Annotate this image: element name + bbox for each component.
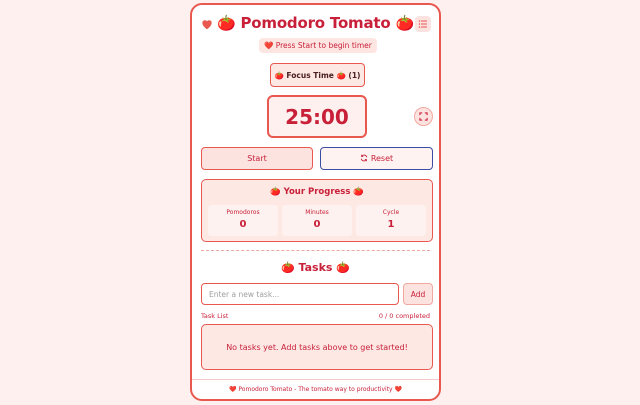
- mode-selector[interactable]: 🍅 Focus Time 🍅 (1): [270, 63, 365, 87]
- list-icon[interactable]: [415, 16, 431, 32]
- task-input[interactable]: [201, 283, 399, 305]
- stat-label: Minutes: [305, 209, 329, 216]
- stat-value: 0: [239, 219, 247, 230]
- stat-label: Pomodoros: [226, 209, 260, 216]
- add-task-button[interactable]: Add: [403, 283, 433, 305]
- progress-panel: 🍅 Your Progress 🍅 Pomodoros 0 Minutes 0 …: [201, 179, 433, 242]
- stat-pomodoros: Pomodoros 0: [208, 205, 278, 236]
- reset-button[interactable]: Reset: [320, 147, 433, 170]
- stat-value: 0: [313, 219, 321, 230]
- progress-title: 🍅 Your Progress 🍅: [270, 187, 364, 197]
- fullscreen-icon[interactable]: [414, 107, 433, 126]
- section-divider: [201, 250, 430, 251]
- task-list: No tasks yet. Add tasks above to get sta…: [201, 324, 433, 370]
- stat-minutes: Minutes 0: [282, 205, 352, 236]
- footer-text: ❤️ Pomodoro Tomato - The tomato way to p…: [229, 386, 402, 393]
- tasks-title: 🍅 Tasks 🍅: [281, 261, 350, 274]
- stat-label: Cycle: [382, 209, 400, 216]
- timer-display: 25:00: [267, 95, 367, 138]
- app-title: 🍅 Pomodoro Tomato 🍅: [217, 14, 414, 32]
- task-list-label: Task List: [201, 312, 229, 320]
- reset-label: Reset: [370, 154, 394, 163]
- footer-divider: [192, 379, 439, 380]
- refresh-icon: [360, 154, 368, 164]
- empty-message: No tasks yet. Add tasks above to get sta…: [226, 342, 408, 352]
- stat-cycle: Cycle 1: [356, 205, 426, 236]
- completed-count: 0 / 0 completed: [378, 312, 430, 320]
- start-button[interactable]: Start: [201, 147, 313, 170]
- status-message: ❤️ Press Start to begin timer: [259, 38, 377, 53]
- header: 🍅 Pomodoro Tomato 🍅: [192, 13, 439, 35]
- app-card: 🍅 Pomodoro Tomato 🍅 ❤️ Press Start to be…: [190, 3, 441, 401]
- task-list-header: Task List 0 / 0 completed: [201, 312, 430, 320]
- start-label: Start: [247, 154, 267, 163]
- stat-value: 1: [387, 219, 395, 230]
